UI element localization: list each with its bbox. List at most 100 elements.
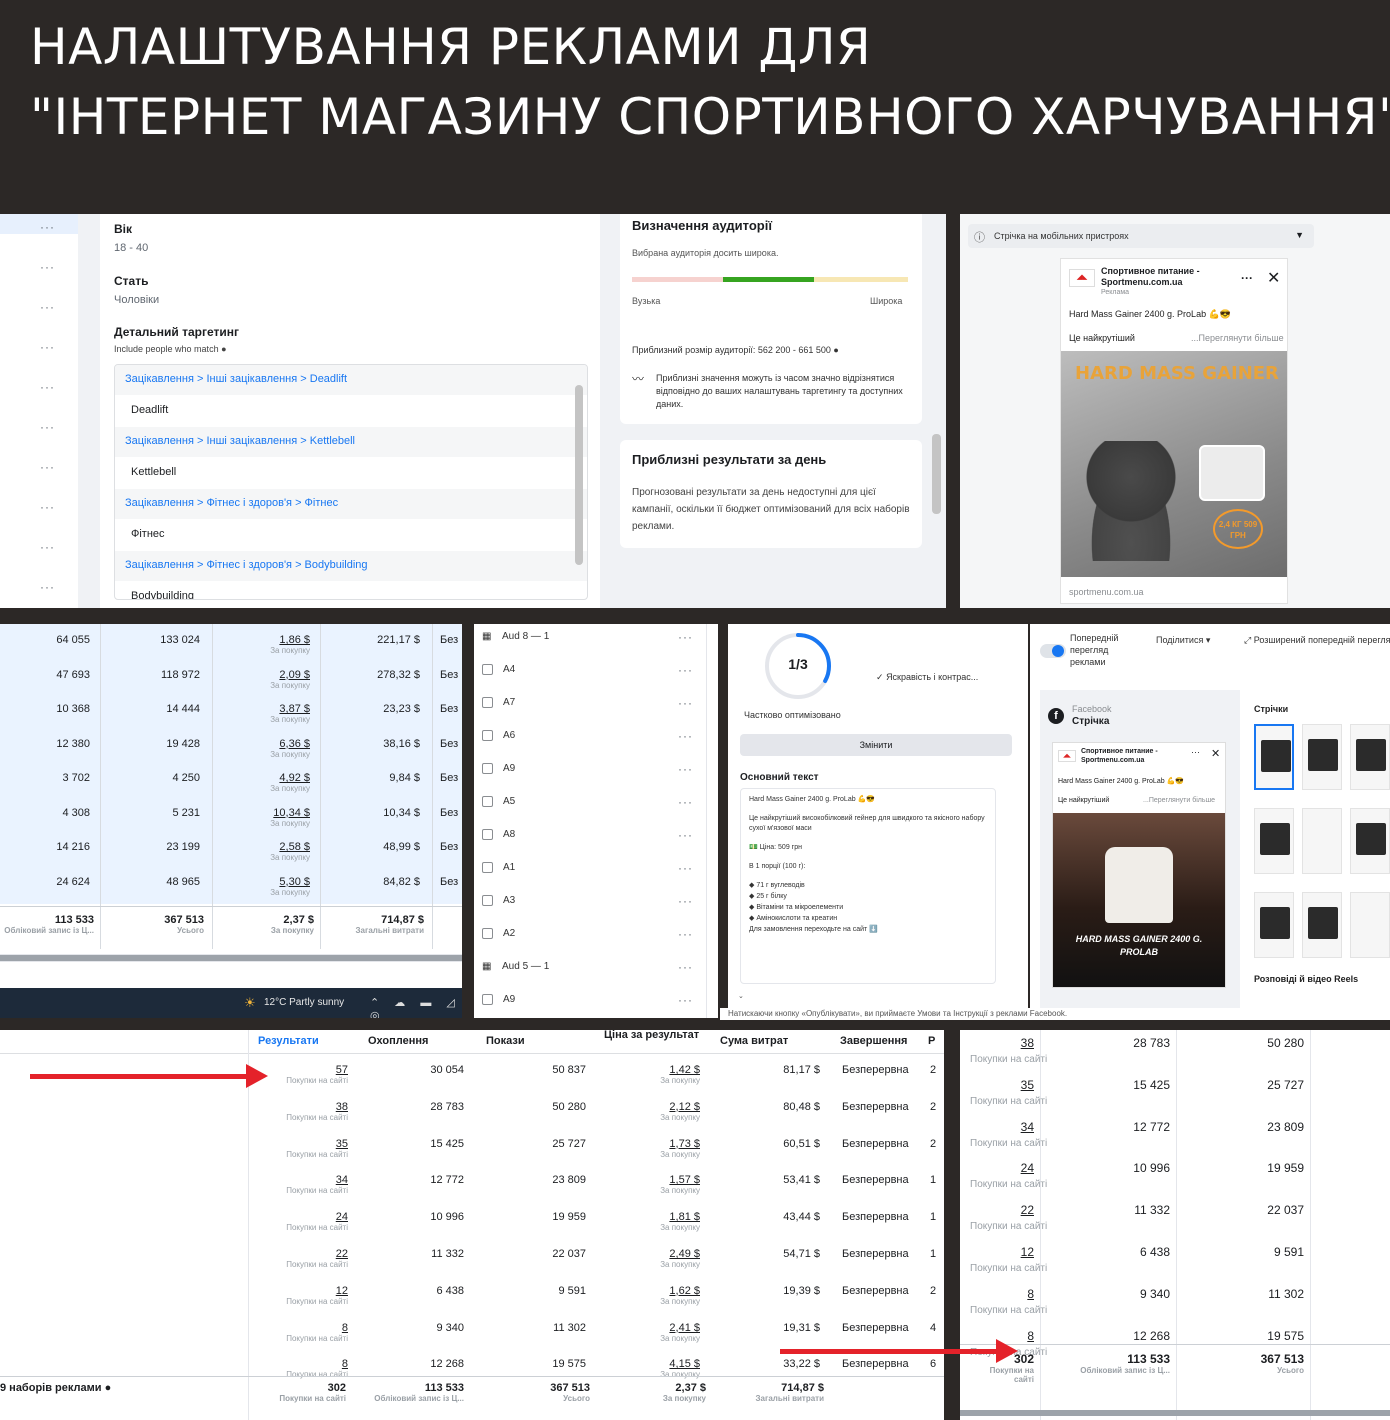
results-value[interactable]: 38 — [336, 1101, 348, 1113]
t2-cost-per-result[interactable]: 1,73 $ За покупку — [600, 1138, 700, 1159]
cost-value[interactable]: 1,81 $ — [669, 1211, 700, 1223]
t2-results[interactable]: 38 Покупки на сайті — [258, 1101, 348, 1122]
targeting-path[interactable]: Зацікавлення > Фітнес і здоров'я > Bodyb… — [125, 559, 368, 571]
column-header[interactable]: Ціна за результат — [604, 1030, 712, 1041]
ad-image[interactable]: HARD MASS GAINER 2,4 КГ 509 ГРН — [1061, 351, 1287, 577]
ad-group-row[interactable]: ▦ Aud 5 — 1 — [482, 960, 698, 982]
more-options-icon[interactable]: ··· — [678, 993, 693, 1007]
ad-row[interactable]: A2 — [482, 927, 698, 949]
targeting-item[interactable]: Bodybuilding — [131, 590, 194, 599]
t1-cost-value[interactable]: 10,34 $ — [273, 807, 310, 819]
advanced-preview-button[interactable]: ⤢ Розширений попередній перегляд — [1244, 630, 1390, 650]
more-options-icon[interactable]: ··· — [40, 340, 55, 354]
results-value[interactable]: 24 — [1021, 1161, 1034, 1175]
bottom-scrollbar[interactable] — [960, 1410, 1390, 1416]
column-header[interactable]: Результати — [258, 1036, 358, 1047]
ad-row[interactable]: A9 — [482, 762, 698, 784]
t2-results[interactable]: 24 Покупки на сайті — [258, 1211, 348, 1232]
more-options-icon[interactable]: ··· — [40, 460, 55, 474]
t1-cost-value[interactable]: 4,92 $ — [279, 772, 310, 784]
targeting-list[interactable]: Зацікавлення > Інші зацікавлення > Deadl… — [114, 364, 588, 600]
results-value[interactable]: 8 — [342, 1322, 348, 1334]
results-value[interactable]: 24 — [336, 1211, 348, 1223]
more-options-icon[interactable]: ··· — [678, 828, 693, 842]
t2-cost-per-result[interactable]: 1,62 $ За покупку — [600, 1285, 700, 1306]
t2-results[interactable]: 34 Покупки на сайті — [258, 1174, 348, 1195]
checkbox[interactable] — [482, 993, 493, 1005]
ad-group-row[interactable]: ▦ Aud 8 — 1 — [482, 630, 698, 652]
placement-thumbnail[interactable] — [1350, 892, 1390, 958]
checkbox[interactable] — [482, 762, 493, 774]
results-value[interactable]: 8 — [1027, 1287, 1034, 1301]
age-value[interactable]: 18 - 40 — [114, 242, 148, 254]
placement-thumbnail[interactable] — [1302, 724, 1342, 790]
checkbox[interactable] — [482, 663, 493, 675]
targeting-path[interactable]: Зацікавлення > Фітнес і здоров'я > Фітне… — [125, 497, 338, 509]
t2-cost-per-result[interactable]: 2,12 $ За покупку — [600, 1101, 700, 1122]
t2-results[interactable]: 8 Покупки на сайті — [258, 1322, 348, 1343]
more-icon[interactable]: ··· — [1241, 271, 1253, 285]
t1-cost-per-result[interactable]: 1,86 $ За покупку — [216, 634, 310, 655]
placement-thumbnail[interactable] — [1350, 724, 1390, 790]
t1-cost-value[interactable]: 5,30 $ — [279, 876, 310, 888]
cost-value[interactable]: 2,49 $ — [669, 1248, 700, 1260]
more-options-icon[interactable]: ··· — [40, 380, 55, 394]
t3-results[interactable]: 35 — [968, 1078, 1034, 1092]
cost-value[interactable]: 4,15 $ — [669, 1358, 700, 1370]
more-options-icon[interactable]: ··· — [40, 300, 55, 314]
more-options-icon[interactable]: ··· — [40, 260, 55, 274]
t1-cost-per-result[interactable]: 6,36 $ За покупку — [216, 738, 310, 759]
ad-row[interactable]: A9 — [482, 993, 698, 1015]
ad-row[interactable]: A8 — [482, 828, 698, 850]
placement-thumbnail[interactable] — [1254, 892, 1294, 958]
t1-cost-value[interactable]: 6,36 $ — [279, 738, 310, 750]
placement-thumbnail[interactable] — [1350, 808, 1390, 874]
results-value[interactable]: 38 — [1021, 1036, 1034, 1050]
more-options-icon[interactable]: ··· — [40, 540, 55, 554]
right-scrollbar[interactable] — [932, 434, 941, 514]
placement-thumbnail[interactable] — [1254, 724, 1294, 790]
results-value[interactable]: 22 — [1021, 1203, 1034, 1217]
results-value[interactable]: 12 — [336, 1285, 348, 1297]
more-options-icon[interactable]: ··· — [678, 861, 693, 875]
ad-row[interactable]: A3 — [482, 894, 698, 916]
horizontal-scrollbar[interactable] — [0, 954, 462, 962]
cost-value[interactable]: 1,42 $ — [669, 1064, 700, 1076]
t1-cost-value[interactable]: 2,09 $ — [279, 669, 310, 681]
scrollbar[interactable] — [575, 385, 583, 565]
results-value[interactable]: 34 — [1021, 1120, 1034, 1134]
t1-cost-per-result[interactable]: 2,09 $ За покупку — [216, 669, 310, 690]
t3-results[interactable]: 22 — [968, 1203, 1034, 1217]
t2-cost-per-result[interactable]: 1,57 $ За покупку — [600, 1174, 700, 1195]
t2-cost-per-result[interactable]: 2,41 $ За покупку — [600, 1322, 700, 1343]
results-value[interactable]: 8 — [1027, 1329, 1034, 1343]
checkbox[interactable] — [482, 927, 493, 939]
targeting-item[interactable]: Deadlift — [131, 404, 168, 416]
cost-value[interactable]: 1,73 $ — [669, 1138, 700, 1150]
t3-results[interactable]: 24 — [968, 1161, 1034, 1175]
grid-icon[interactable]: ▦ — [482, 630, 494, 644]
more-options-icon[interactable]: ··· — [678, 894, 693, 908]
more-options-icon[interactable]: ··· — [678, 927, 693, 941]
see-more-link[interactable]: ...Переглянути більше — [1191, 333, 1284, 343]
change-button[interactable]: Змінити — [740, 734, 1012, 756]
page-name[interactable]: Спортивное питание - Sportmenu.com.ua — [1081, 747, 1181, 765]
t1-cost-per-result[interactable]: 10,34 $ За покупку — [216, 807, 310, 828]
weather-text[interactable]: 12°C Partly sunny — [264, 997, 344, 1008]
results-value[interactable]: 8 — [342, 1358, 348, 1370]
preview-toggle[interactable] — [1040, 644, 1066, 658]
checkbox[interactable] — [482, 729, 493, 741]
t1-cost-per-result[interactable]: 5,30 $ За покупку — [216, 876, 310, 897]
targeting-path[interactable]: Зацікавлення > Інші зацікавлення > Deadl… — [125, 373, 347, 385]
more-options-icon[interactable]: ··· — [678, 729, 693, 743]
cost-value[interactable]: 2,41 $ — [669, 1322, 700, 1334]
column-header[interactable]: Охоплення — [368, 1036, 476, 1047]
placement-select[interactable]: ⓘ Стрічка на мобільних пристроях ▼ — [968, 224, 1314, 248]
more-options-icon[interactable]: ··· — [678, 696, 693, 710]
t3-results[interactable]: 8 — [968, 1287, 1034, 1301]
results-value[interactable]: 34 — [336, 1174, 348, 1186]
checkbox[interactable] — [482, 696, 493, 708]
share-button[interactable]: Поділитися ▾ — [1152, 630, 1222, 650]
tray-icons[interactable]: ⌃ ☁ ▬ ◿ ◎ — [370, 996, 462, 1018]
t2-results[interactable]: 57 Покупки на сайті — [258, 1064, 348, 1085]
